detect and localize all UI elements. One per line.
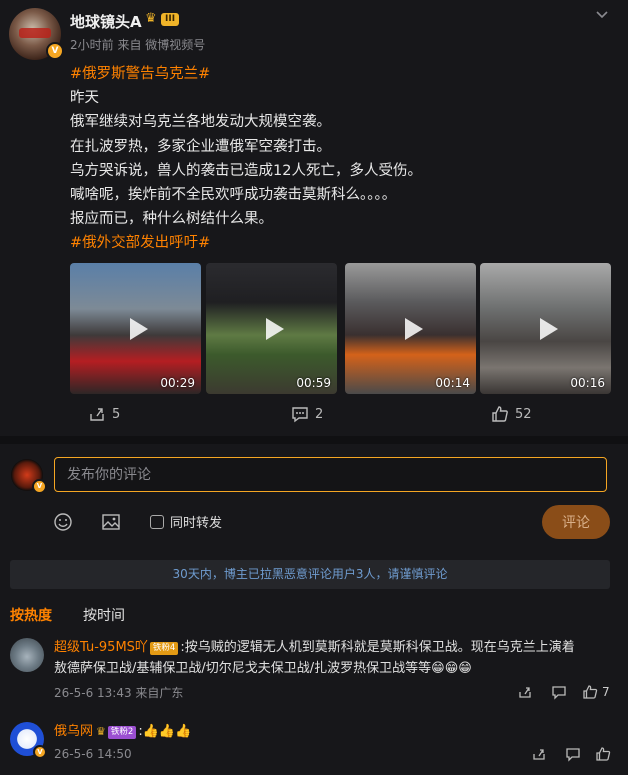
play-icon bbox=[404, 317, 423, 340]
comment-count: 2 bbox=[315, 406, 324, 422]
post-line: 在扎波罗热，多家企业遭俄军空袭打击。 bbox=[70, 138, 331, 155]
fan-badge: 铁粉2 bbox=[107, 726, 137, 739]
post-line: 乌方哭诉说，兽人的袭击已造成12人死亡，多人受伤。 bbox=[70, 162, 422, 179]
video-thumbnail[interactable]: 00:16 bbox=[480, 263, 611, 394]
video-duration: 00:16 bbox=[570, 376, 605, 390]
commenter-name[interactable]: 俄乌网 bbox=[54, 724, 93, 739]
video-duration: 00:29 bbox=[160, 376, 195, 390]
comment-like-count: 7 bbox=[602, 685, 610, 699]
fan-badge: 铁粉4 bbox=[149, 642, 179, 655]
video-thumbnail[interactable]: 00:29 bbox=[70, 263, 201, 394]
play-icon bbox=[265, 317, 284, 340]
share-icon bbox=[90, 408, 104, 421]
tab-sort-time[interactable]: 按时间 bbox=[83, 605, 125, 625]
chevron-down-icon[interactable] bbox=[594, 6, 610, 22]
video-duration: 00:59 bbox=[296, 376, 331, 390]
commenter-name[interactable]: 超级Tu-95MS吖 bbox=[54, 640, 148, 655]
repost-checkbox[interactable]: 同时转发 bbox=[150, 512, 222, 531]
post-line: 喊啥呢，挨炸前不全民欢呼成功袭击莫斯科么。。。。 bbox=[70, 187, 397, 204]
crown-icon: ♛ bbox=[96, 725, 106, 738]
comment-button[interactable]: 2 bbox=[291, 405, 323, 423]
hashtag-link[interactable]: #俄罗斯警告乌克兰# bbox=[70, 62, 610, 86]
comment-body: 超级Tu-95MS吖 铁粉4:按乌贼的逻辑无人机到莫斯科就是莫斯科保卫战。现在乌克… bbox=[54, 637, 610, 679]
thumbs-up-icon[interactable] bbox=[595, 746, 611, 762]
play-icon bbox=[539, 317, 558, 340]
comment-icon bbox=[292, 407, 308, 423]
comment-meta: 26-5-6 13:43 来自广东 bbox=[54, 686, 184, 700]
video-thumbnail[interactable]: 00:14 bbox=[345, 263, 476, 394]
share-icon[interactable] bbox=[531, 746, 547, 762]
image-icon[interactable] bbox=[101, 512, 121, 532]
comment-meta: 26-5-6 14:50 bbox=[54, 747, 132, 761]
comment-input[interactable] bbox=[54, 457, 607, 492]
like-button[interactable]: 52 bbox=[491, 405, 532, 423]
verified-badge-icon: V bbox=[33, 745, 47, 759]
play-icon bbox=[129, 317, 148, 340]
emoji-group: 😁😁😁 bbox=[431, 661, 472, 676]
comment-icon[interactable] bbox=[565, 746, 581, 762]
repost-count: 5 bbox=[112, 406, 121, 422]
tab-sort-hot[interactable]: 按热度 bbox=[10, 605, 52, 625]
emoji-icon[interactable] bbox=[53, 512, 73, 532]
verified-badge-icon: V bbox=[46, 42, 64, 60]
comment-icon[interactable] bbox=[551, 684, 567, 700]
video-duration: 00:14 bbox=[435, 376, 470, 390]
thumbs-up-icon bbox=[492, 406, 508, 422]
section-divider bbox=[0, 436, 628, 444]
commenter-avatar[interactable] bbox=[10, 638, 44, 672]
comment-text: :👍👍👍 bbox=[138, 724, 192, 739]
repost-button[interactable]: 5 bbox=[88, 405, 120, 423]
submit-comment-button[interactable]: 评论 bbox=[542, 505, 610, 539]
thumbs-up-icon bbox=[583, 685, 598, 699]
comment-like-button[interactable]: 7 bbox=[582, 684, 610, 700]
checkbox-icon bbox=[150, 514, 164, 529]
repost-label: 同时转发 bbox=[170, 516, 223, 531]
post-meta: 2小时前 来自 微博视频号 bbox=[70, 38, 206, 52]
comment-text: :按乌贼的逻辑无人机到莫斯科就是莫斯科保卫战。现在乌克兰上演着 bbox=[180, 640, 575, 655]
video-thumbnail[interactable]: 00:59 bbox=[206, 263, 337, 394]
comment-body: 俄乌网 ♛ 铁粉2:👍👍👍 bbox=[54, 721, 610, 742]
block-notice[interactable]: 30天内，博主已拉黑恶意评论用户3人，请谨慎评论 bbox=[10, 560, 610, 589]
level-badge: III bbox=[161, 13, 180, 26]
author-name[interactable]: 地球镜头A bbox=[70, 11, 142, 32]
post-line: 报应而已，种什么树结什么果。 bbox=[70, 211, 273, 228]
share-icon[interactable] bbox=[517, 684, 533, 700]
post-text: #俄罗斯警告乌克兰# 昨天 俄军继续对乌克兰各地发动大规模空袭。 在扎波罗热，多… bbox=[70, 62, 610, 256]
hashtag-link[interactable]: #俄外交部发出呼吁# bbox=[70, 231, 610, 255]
verified-badge-icon: V bbox=[32, 479, 47, 494]
post-line: 俄军继续对乌克兰各地发动大规模空袭。 bbox=[70, 114, 331, 131]
comment-text: 敖德萨保卫战/基辅保卫战/切尔尼戈夫保卫战/扎波罗热保卫战等等 bbox=[54, 661, 432, 676]
like-count: 52 bbox=[515, 406, 532, 422]
crown-icon: ♛ bbox=[145, 11, 157, 26]
post-line: 昨天 bbox=[70, 90, 99, 107]
